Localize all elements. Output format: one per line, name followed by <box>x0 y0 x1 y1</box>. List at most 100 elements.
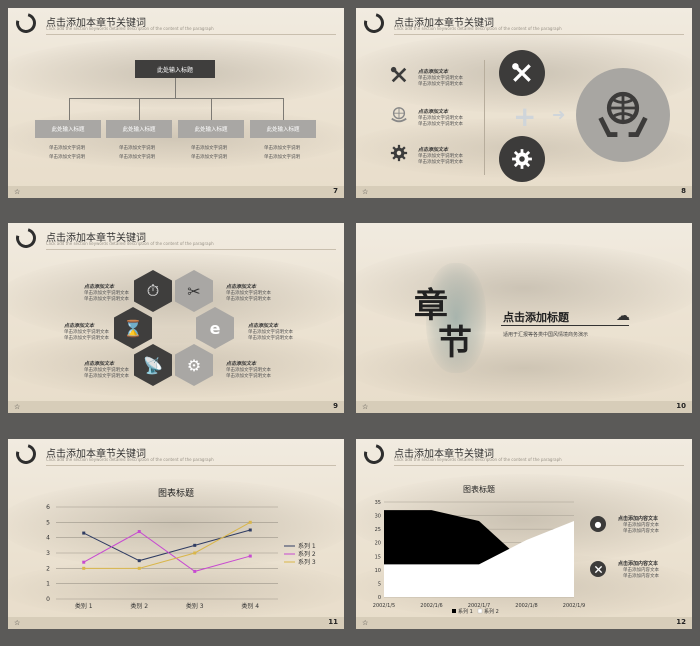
desc-text: 单击添加文字说明 <box>119 155 155 160</box>
y-tick-label: 2 <box>46 565 50 572</box>
page-number: 7 <box>333 187 338 195</box>
data-point <box>248 520 252 524</box>
item-text: 单击添加内容文本 <box>623 574 659 579</box>
page-number: 10 <box>676 402 686 410</box>
x-tick-label: 类别 4 <box>241 602 259 610</box>
series-line <box>83 529 251 562</box>
y-tick-label: 5 <box>378 581 381 587</box>
slide-12[interactable]: 点击添加本章节关键词 Click add the section keyword… <box>356 439 692 629</box>
enso-logo-icon <box>12 224 40 252</box>
footer-bar <box>8 617 344 629</box>
page-number: 9 <box>333 402 338 410</box>
divider <box>46 249 336 250</box>
org-box[interactable]: 此处输入标题 <box>178 120 244 138</box>
hex-label-title: 点击添加文本 <box>226 361 257 367</box>
legend-label: 系列 3 <box>298 558 316 566</box>
org-top-box[interactable]: 此处输入标题 <box>135 60 215 78</box>
data-point <box>82 560 86 564</box>
x-tick-label: 类别 2 <box>130 602 148 610</box>
gear-circle-icon <box>499 136 545 182</box>
org-connector <box>69 98 70 120</box>
slide-subtitle: Click add the section keywords detailed … <box>394 26 562 31</box>
data-point <box>248 528 252 532</box>
footer-bar <box>356 617 692 629</box>
y-tick-label: 25 <box>375 527 381 533</box>
legend-swatch <box>477 608 483 614</box>
slide-7[interactable]: 点击添加本章节关键词 Click add the section keyword… <box>8 8 344 198</box>
x-tick-label: 类别 1 <box>75 602 93 610</box>
desc-text: 单击添加文字说明 <box>264 155 300 160</box>
title-underline <box>501 325 629 326</box>
org-box[interactable]: 此处输入标题 <box>250 120 316 138</box>
x-tick-label: 类别 3 <box>186 602 204 610</box>
star-icon: ☆ <box>14 619 21 627</box>
x-tick-label: 2002/1/5 <box>373 603 395 609</box>
slide-10[interactable]: 章 节 点击添加标题 ☁ 适用于汇报等各类中国风情境商务演示 ☆ 10 <box>356 223 692 413</box>
y-tick-label: 1 <box>46 581 50 588</box>
item-text: 单击添加文字说明文本 <box>418 160 463 165</box>
y-tick-label: 0 <box>378 595 381 601</box>
star-icon: ☆ <box>14 188 21 196</box>
legend-label: 系列 1 <box>458 608 473 615</box>
legend-swatch <box>452 609 456 613</box>
page-number: 8 <box>681 187 686 195</box>
org-connector <box>283 98 284 120</box>
org-connector <box>175 78 176 98</box>
section-subtitle: 适用于汇报等各类中国风情境商务演示 <box>503 332 589 338</box>
desc-text: 单击添加文字说明 <box>49 146 85 151</box>
y-tick-label: 35 <box>375 500 381 506</box>
x-tick-label: 2002/1/8 <box>515 603 537 609</box>
y-tick-label: 30 <box>375 514 381 520</box>
plus-icon: + <box>513 100 537 133</box>
hex-label-text: 单击添加文字说明文本 <box>84 374 129 379</box>
slide-9[interactable]: 点击添加本章节关键词 Click add the section keyword… <box>8 223 344 413</box>
hex-label-text: 单击添加文字说明文本 <box>248 336 293 341</box>
slide-11[interactable]: 点击添加本章节关键词 Click add the section keyword… <box>8 439 344 629</box>
tools-circle-icon <box>499 50 545 96</box>
divider <box>46 34 336 35</box>
desc-text: 单击添加文字说明 <box>49 155 85 160</box>
slide-subtitle: Click add the section keywords detailed … <box>46 241 214 246</box>
data-point <box>137 566 141 570</box>
globe-hands-icon <box>390 106 408 128</box>
arrow-icon: ➜ <box>552 105 566 124</box>
footer-bar <box>8 186 344 198</box>
vertical-divider <box>484 60 485 175</box>
y-tick-label: 0 <box>46 596 50 603</box>
calligraphy-title: 节 <box>438 323 472 363</box>
desc-text: 单击添加文字说明 <box>191 146 227 151</box>
star-icon: ☆ <box>14 403 21 411</box>
y-tick-label: 10 <box>375 568 381 574</box>
item-title: 点击添加内容文本 <box>618 561 659 567</box>
footer-bar <box>8 401 344 413</box>
org-connector <box>211 98 212 120</box>
star-icon: ☆ <box>362 403 369 411</box>
page-number: 12 <box>676 618 686 626</box>
desc-text: 单击添加文字说明 <box>264 146 300 151</box>
legend-label: 系列 2 <box>298 550 316 558</box>
hex-label-title: 点击添加文本 <box>64 323 95 329</box>
y-tick-label: 6 <box>46 504 50 511</box>
section-title[interactable]: 点击添加标题 <box>503 309 569 325</box>
item-title: 点击添加文本 <box>418 147 449 153</box>
hex-label-text: 单击添加文字说明文本 <box>226 374 271 379</box>
org-box[interactable]: 此处输入标题 <box>35 120 101 138</box>
user-circle-icon: ● <box>590 516 606 532</box>
org-box[interactable]: 此处输入标题 <box>106 120 172 138</box>
desc-text: 单击添加文字说明 <box>191 155 227 160</box>
star-icon: ☆ <box>362 619 369 627</box>
hex-label-text: 单击添加文字说明文本 <box>64 336 109 341</box>
y-tick-label: 5 <box>46 519 50 526</box>
area-chart: 051015202530352002/1/5 2002/1/6 2002/1/7 20… <box>373 500 585 615</box>
data-point <box>193 543 197 547</box>
slide-8[interactable]: 点击添加本章节关键词 Click add the section keyword… <box>356 8 692 198</box>
hex-label-title: 点击添加文本 <box>84 361 115 367</box>
tools-icon <box>390 66 408 88</box>
divider <box>394 34 684 35</box>
legend-label: 系列 1 <box>298 542 316 550</box>
item-title: 点击添加文本 <box>418 69 449 75</box>
hex-label-text: 单击添加文字说明文本 <box>84 297 129 302</box>
y-tick-label: 3 <box>46 550 50 557</box>
hex-label-text: 单击添加文字说明文本 <box>226 297 271 302</box>
tools-circle-icon <box>590 561 606 577</box>
